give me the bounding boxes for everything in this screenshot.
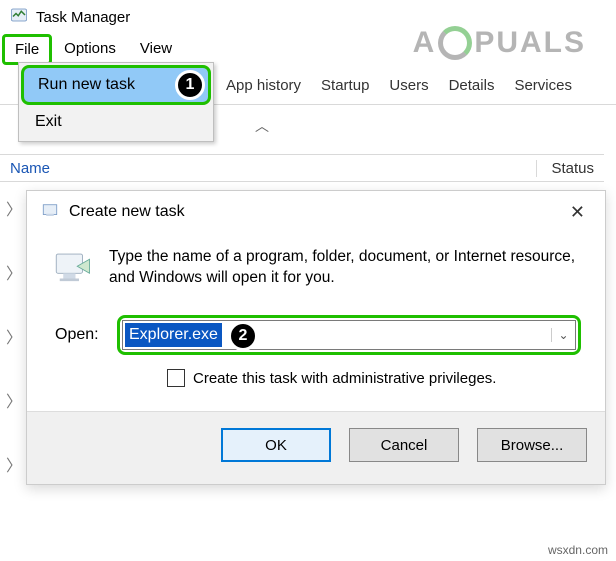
tab-users[interactable]: Users: [379, 69, 438, 102]
browse-button[interactable]: Browse...: [477, 428, 587, 462]
admin-checkbox[interactable]: [167, 369, 185, 387]
dialog-instruction-text: Type the name of a program, folder, docu…: [109, 247, 581, 289]
column-header-name[interactable]: Name: [10, 160, 50, 177]
run-program-icon: [51, 247, 93, 293]
expand-caret-icon[interactable]: 〉: [6, 388, 22, 412]
open-combobox[interactable]: Explorer.exe ⌄: [122, 320, 576, 350]
tab-services[interactable]: Services: [504, 69, 582, 102]
open-label: Open:: [55, 326, 109, 344]
watermark-text-right: PUALS: [474, 26, 586, 60]
credit-text: wsxdn.com: [548, 543, 608, 557]
open-input-highlight: Explorer.exe ⌄: [117, 315, 581, 355]
watermark-logo-icon: [438, 26, 472, 60]
tab-details[interactable]: Details: [439, 69, 505, 102]
process-list-header: Name Status: [0, 154, 604, 182]
menu-view[interactable]: View: [128, 34, 184, 65]
annotation-marker-1: 1: [175, 70, 205, 100]
tab-app-history[interactable]: App history: [216, 69, 311, 102]
menu-file[interactable]: File: [2, 34, 52, 65]
tab-strip: App history Startup Users Details Servic…: [216, 66, 582, 104]
watermark-text-left: A: [413, 26, 437, 60]
collapse-caret-icon[interactable]: ︿: [255, 116, 269, 136]
window-title: Task Manager: [36, 9, 130, 26]
open-input-value[interactable]: Explorer.exe: [125, 323, 222, 347]
chevron-down-icon[interactable]: ⌄: [551, 328, 575, 342]
admin-checkbox-label[interactable]: Create this task with administrative pri…: [193, 370, 496, 387]
expand-caret-icon[interactable]: 〉: [6, 260, 22, 284]
task-manager-icon: [10, 6, 28, 28]
menu-options[interactable]: Options: [52, 34, 128, 65]
dialog-title: Create new task: [69, 203, 554, 221]
menu-item-exit[interactable]: Exit: [21, 105, 211, 139]
run-dialog-small-icon: [41, 201, 59, 223]
dialog-titlebar: Create new task ✕: [27, 191, 605, 229]
watermark: A PUALS: [413, 26, 586, 60]
dialog-button-row: OK Cancel Browse...: [27, 411, 605, 484]
close-button[interactable]: ✕: [564, 202, 591, 223]
expand-caret-icon[interactable]: 〉: [6, 196, 22, 220]
process-rows: 〉 〉 〉 〉 〉: [6, 186, 22, 516]
create-new-task-dialog: Create new task ✕ Type the name of a pro…: [26, 190, 606, 485]
expand-caret-icon[interactable]: 〉: [6, 324, 22, 348]
ok-button[interactable]: OK: [221, 428, 331, 462]
tab-startup[interactable]: Startup: [311, 69, 379, 102]
expand-caret-icon[interactable]: 〉: [6, 452, 22, 476]
annotation-marker-2: 2: [228, 321, 258, 351]
column-header-status[interactable]: Status: [536, 160, 594, 177]
cancel-button[interactable]: Cancel: [349, 428, 459, 462]
